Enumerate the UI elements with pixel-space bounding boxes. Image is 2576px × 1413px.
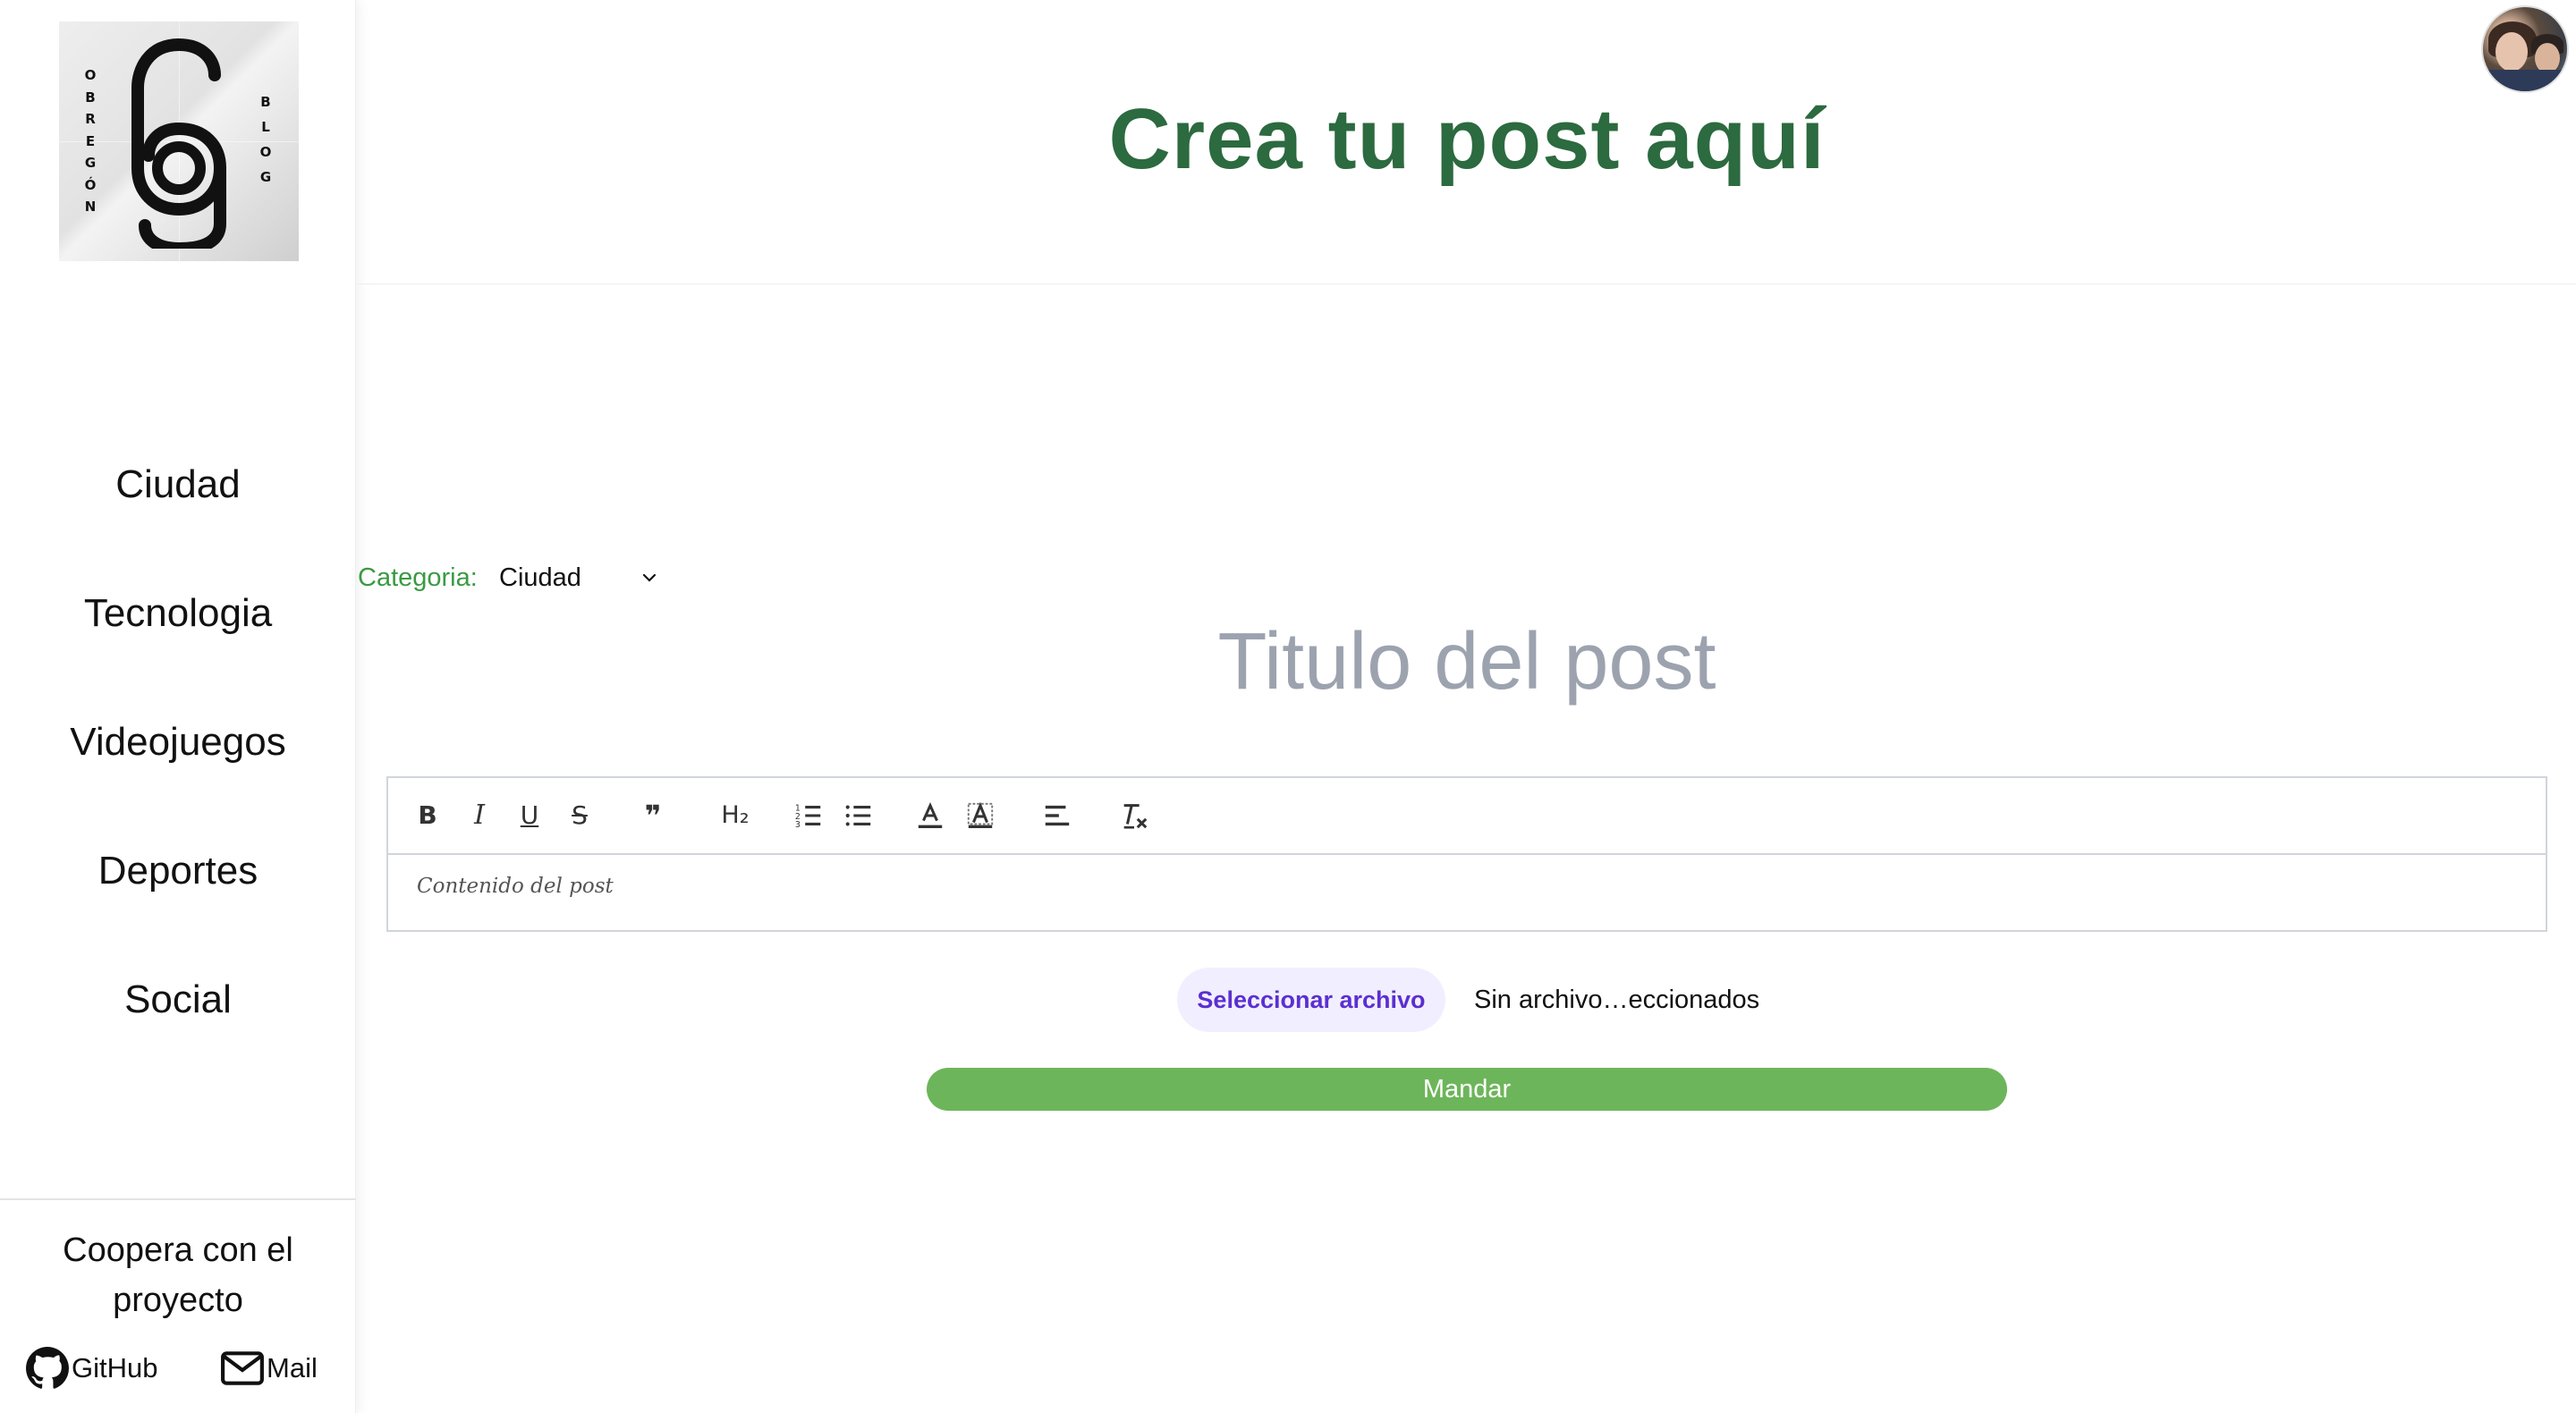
quote-icon: ❞ <box>644 799 662 833</box>
underline-icon: U <box>520 800 539 830</box>
category-selected-value: Ciudad <box>499 563 581 592</box>
logo-text-left: OBREGÓN <box>84 67 97 215</box>
background-color-button[interactable] <box>962 798 998 833</box>
sidebar-divider <box>0 1198 356 1200</box>
nav-item-ciudad[interactable]: Ciudad <box>0 420 356 549</box>
italic-icon: I <box>474 800 485 831</box>
rich-text-editor: B I U S ❞ H₂ 1 2 3 Contenido del post <box>386 776 2547 932</box>
strikethrough-icon: S <box>572 800 588 830</box>
text-color-button[interactable] <box>912 798 948 833</box>
select-file-button[interactable]: Seleccionar archivo <box>1177 968 1445 1032</box>
bullet-list-button[interactable] <box>841 798 877 833</box>
mail-icon <box>221 1351 264 1385</box>
underline-button[interactable]: U <box>512 798 547 833</box>
avatar-photo <box>2483 70 2567 91</box>
nav-item-social[interactable]: Social <box>0 935 356 1064</box>
category-select[interactable]: Ciudad <box>499 560 678 596</box>
editor-toolbar: B I U S ❞ H₂ 1 2 3 <box>388 778 2546 855</box>
align-button[interactable] <box>1039 798 1075 833</box>
github-link[interactable]: GitHub <box>25 1343 157 1393</box>
post-content-editor[interactable]: Contenido del post <box>417 875 2474 910</box>
logo-mark-icon <box>131 38 227 249</box>
cooperate-text: Coopera con el proyecto <box>63 1231 293 1319</box>
file-status-text: Sin archivo…eccionados <box>1474 986 1760 1014</box>
avatar-photo <box>2496 32 2528 72</box>
mail-link[interactable]: Mail <box>220 1343 318 1393</box>
bold-button[interactable]: B <box>410 798 445 833</box>
nav-item-videojuegos[interactable]: Videojuegos <box>0 678 356 807</box>
post-title-input[interactable]: Titulo del post <box>358 608 2576 715</box>
heading-2-icon: H₂ <box>721 801 750 829</box>
github-icon <box>26 1347 69 1389</box>
avatar-photo <box>2535 43 2560 73</box>
align-left-icon <box>1045 805 1070 826</box>
strikethrough-button[interactable]: S <box>562 798 597 833</box>
user-avatar[interactable] <box>2481 5 2569 93</box>
clear-format-button[interactable] <box>1116 798 1152 833</box>
logo-text-right: BLOG <box>259 94 272 185</box>
obregon-blog-logo[interactable]: OBREGÓN BLOG <box>59 21 299 261</box>
page-title: Crea tu post aquí <box>1108 91 1826 187</box>
nav-item-deportes[interactable]: Deportes <box>0 807 356 935</box>
ordered-list-button[interactable]: 1 2 3 <box>791 798 826 833</box>
category-label: Categoria: <box>358 563 478 592</box>
ordered-list-icon: 1 2 3 <box>795 803 821 830</box>
svg-text:3: 3 <box>795 820 801 830</box>
submit-button[interactable]: Mandar <box>927 1068 2007 1111</box>
blockquote-button[interactable]: ❞ <box>635 798 671 833</box>
clear-format-icon <box>1123 804 1148 829</box>
category-nav: Ciudad Tecnologia Videojuegos Deportes S… <box>0 420 356 1064</box>
nav-item-tecnologia[interactable]: Tecnologia <box>0 549 356 678</box>
sidebar: OBREGÓN BLOG Ciudad Tecnologia Videojueg… <box>0 0 356 1413</box>
file-upload: Seleccionar archivo Sin archivo…eccionad… <box>358 968 2576 1032</box>
github-label: GitHub <box>72 1352 158 1383</box>
mail-label: Mail <box>267 1352 318 1383</box>
page-header: Crea tu post aquí <box>358 0 2576 284</box>
bullet-list-icon <box>845 805 871 826</box>
chevron-down-icon <box>642 573 657 582</box>
footer-links: GitHub Mail <box>25 1343 356 1393</box>
heading-button[interactable]: H₂ <box>710 798 760 833</box>
bold-icon: B <box>418 800 437 830</box>
italic-button[interactable]: I <box>462 798 497 833</box>
highlight-color-icon <box>967 801 994 828</box>
text-color-icon <box>918 801 943 828</box>
